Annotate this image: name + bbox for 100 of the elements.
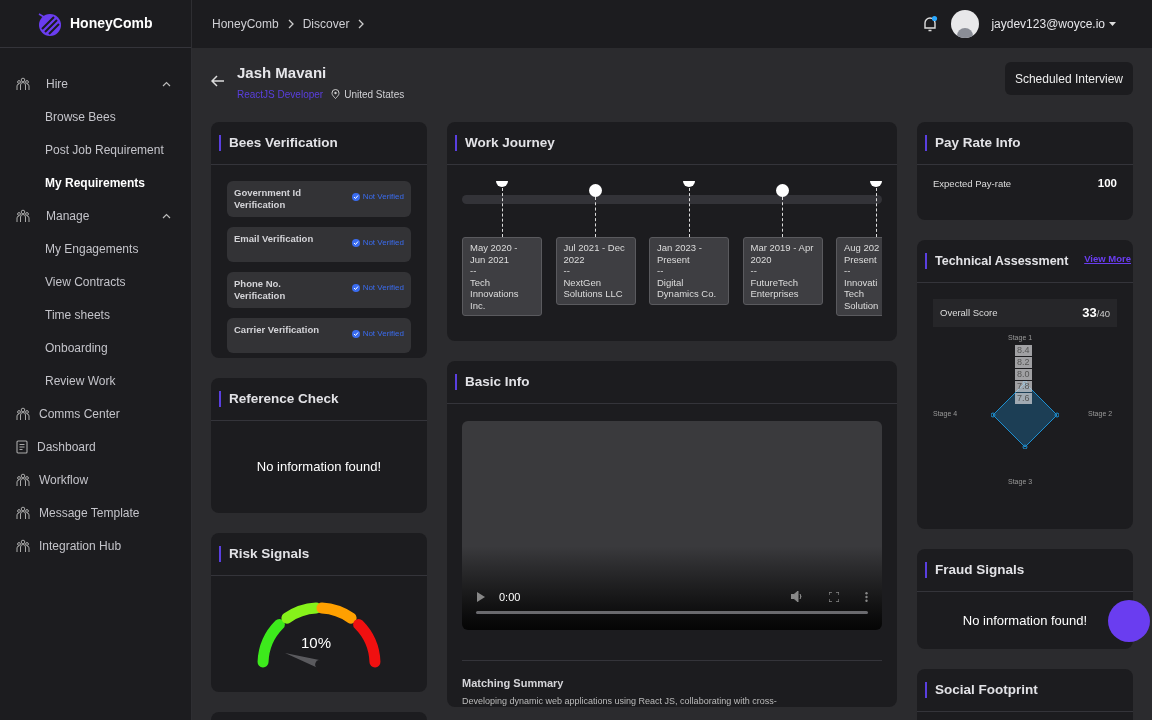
people-icon xyxy=(16,473,30,487)
dot-marker-icon xyxy=(776,184,789,197)
sidebar-item[interactable]: Comms Center xyxy=(16,402,175,426)
pin-marker-icon xyxy=(496,181,508,188)
logo-icon xyxy=(36,10,62,37)
location-pin-icon xyxy=(331,89,341,99)
verification-label: Government Id Verification xyxy=(234,187,303,211)
status-text: Not Verified xyxy=(362,328,404,340)
chevron-icon xyxy=(162,213,171,219)
caret-icon xyxy=(1109,21,1116,27)
fullscreen-icon[interactable] xyxy=(829,591,839,602)
card-title: Pay Rate Info xyxy=(935,133,1021,152)
people-icon xyxy=(16,539,30,553)
company-text: Innovati Tech Solution xyxy=(844,276,880,311)
notification-bell-icon[interactable] xyxy=(921,15,940,33)
sidebar-item[interactable]: Workflow xyxy=(16,468,175,492)
sidebar-item[interactable]: Dashboard xyxy=(16,435,175,459)
verification-label: Email Verification xyxy=(234,233,315,245)
separator-text: -- xyxy=(750,265,758,277)
dot-marker-icon xyxy=(589,184,602,197)
tick-label: 7.6 xyxy=(1015,393,1032,404)
location-text: United States xyxy=(344,87,405,102)
card-title: Basic Info xyxy=(465,372,530,391)
sidebar-item[interactable]: Post Job Requirement xyxy=(16,138,175,162)
sidebar-item[interactable]: My Requirements xyxy=(16,171,175,195)
summary-text: Developing dynamic web applications using React JS, collaborating with cross- xyxy=(462,695,778,707)
field-label: Expected Pay-rate xyxy=(933,176,1012,191)
period-text: Mar 2019 - Apr 2020 xyxy=(750,242,815,265)
period-text: May 2020 - Jun 2021 xyxy=(470,242,519,265)
period-text: Jul 2021 - Dec 2022 xyxy=(563,242,626,265)
card-title: Work Journey xyxy=(465,133,555,152)
video-time: 0:00 xyxy=(499,589,521,605)
period-text: Jan 2023 - Present xyxy=(657,242,703,265)
card-title: Technical Assessment xyxy=(935,252,1069,270)
company-text: Digital Dynamics Co. xyxy=(657,276,718,300)
back-arrow-icon[interactable] xyxy=(211,75,225,87)
separator-text: -- xyxy=(844,265,852,277)
people-icon xyxy=(16,209,30,223)
pin-marker-icon xyxy=(870,181,882,188)
tick-label: 7.8 xyxy=(1015,381,1032,392)
separator-text: -- xyxy=(470,265,478,277)
role-text: ReactJS Developer xyxy=(237,87,324,102)
score-value: 33 xyxy=(1082,304,1097,323)
period-text: Aug 202 Present xyxy=(844,242,881,265)
gauge-reading: 10% xyxy=(301,633,332,653)
score-total: /40 xyxy=(1096,307,1110,322)
user-menu[interactable]: jaydev123@woyce.io xyxy=(991,15,1116,33)
avatar[interactable] xyxy=(951,10,980,38)
company-text: FutureTech Enterprises xyxy=(750,276,800,300)
sidebar-item[interactable]: Browse Bees xyxy=(16,105,175,129)
accent-bar xyxy=(925,253,927,269)
accent-bar xyxy=(219,391,221,407)
check-circle-icon xyxy=(351,330,360,338)
status-text: Not Verified xyxy=(362,237,404,249)
check-circle-icon xyxy=(351,284,360,292)
sidebar-item[interactable]: Time sheets xyxy=(16,303,175,327)
separator-text: -- xyxy=(563,265,571,277)
scheduled-interview-button[interactable]: Scheduled Interview xyxy=(1004,62,1133,95)
sidebar-item[interactable]: Message Template xyxy=(16,501,175,525)
pin-marker-icon xyxy=(683,181,695,188)
accent-bar xyxy=(455,135,457,151)
sidebar-item[interactable]: View Contracts xyxy=(16,270,175,294)
people-icon xyxy=(16,407,30,421)
chevron-icon xyxy=(162,81,171,87)
video-player[interactable]: 0:00 xyxy=(462,421,882,630)
brand-name: HoneyComb xyxy=(70,14,153,33)
sidebar-item[interactable]: Manage xyxy=(16,204,175,228)
empty-message: No information found! xyxy=(962,611,1088,630)
volume-icon[interactable] xyxy=(791,591,803,603)
status-text: Not Verified xyxy=(362,191,404,203)
candidate-name: Jash Mavani xyxy=(237,63,328,83)
breadcrumb-link[interactable]: Discover xyxy=(302,15,350,33)
people-icon xyxy=(16,77,30,91)
sidebar-item[interactable]: Integration Hub xyxy=(16,534,175,558)
check-circle-icon xyxy=(351,239,360,247)
floating-action-button[interactable] xyxy=(1108,600,1150,642)
chevron-right-icon xyxy=(286,19,295,29)
company-text: Tech Innovations Inc. xyxy=(470,276,520,311)
sidebar-item[interactable]: My Engagements xyxy=(16,237,175,261)
more-options-icon[interactable] xyxy=(865,591,868,602)
section-heading: Matching Summary xyxy=(462,676,565,691)
accent-bar xyxy=(455,374,457,390)
separator-text: -- xyxy=(657,265,665,277)
tick-label: 8.4 xyxy=(1015,345,1032,356)
verification-label: Phone No. Verification xyxy=(234,278,287,302)
play-icon[interactable] xyxy=(476,591,485,602)
accent-bar xyxy=(219,546,221,562)
breadcrumb-link[interactable]: HoneyComb xyxy=(212,15,279,33)
tick-label: 8.2 xyxy=(1015,357,1032,368)
card-title: Reference Check xyxy=(229,389,339,408)
sidebar-item[interactable]: Hire xyxy=(16,72,175,96)
document-icon xyxy=(16,440,28,454)
score-label: Overall Score xyxy=(940,305,998,320)
sidebar-item[interactable]: Review Work xyxy=(16,369,175,393)
company-text: NextGen Solutions LLC xyxy=(563,276,624,300)
accent-bar xyxy=(925,682,927,698)
accent-bar xyxy=(219,135,221,151)
card-title: Risk Signals xyxy=(229,544,310,563)
verification-label: Carrier Verification xyxy=(234,324,320,336)
sidebar-item[interactable]: Onboarding xyxy=(16,336,175,360)
